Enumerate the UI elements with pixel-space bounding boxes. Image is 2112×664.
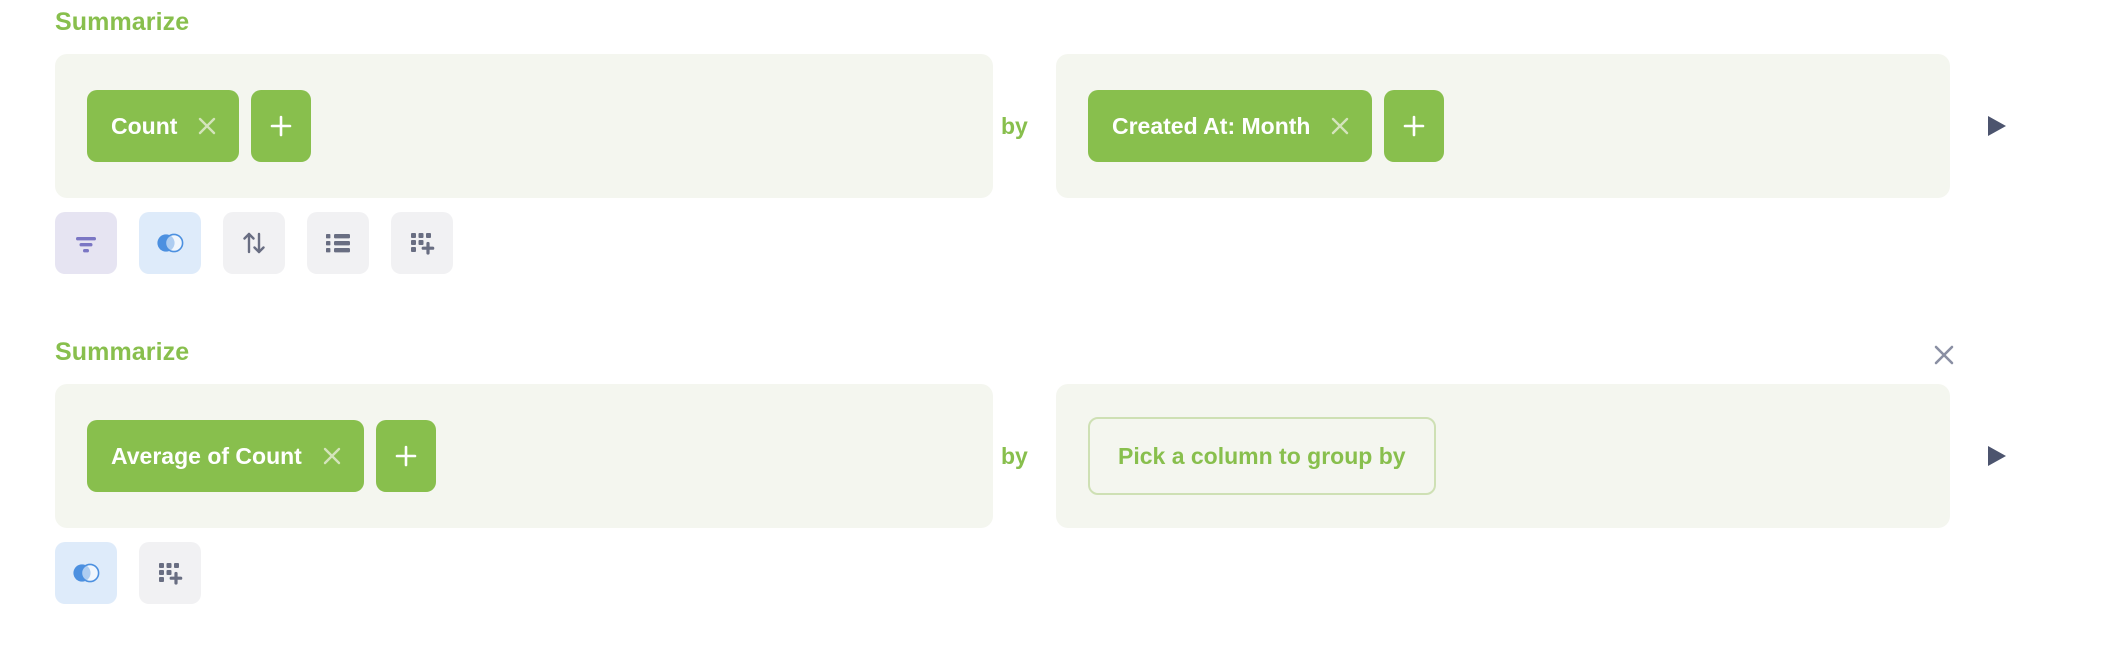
plus-icon — [268, 113, 294, 139]
breakout-panel[interactable]: Created At: Month — [1056, 54, 1950, 198]
section-title: Summarize — [55, 8, 190, 36]
sort-icon — [239, 228, 269, 258]
add-join-data-button[interactable] — [139, 542, 201, 604]
aggregation-pill-count[interactable]: Count — [87, 90, 240, 162]
close-icon[interactable] — [320, 444, 344, 468]
clause-row: Count by Created At: Month — [0, 54, 2112, 198]
add-filter-button[interactable] — [55, 212, 117, 274]
section-header: Summarize — [0, 330, 2112, 374]
run-query-button[interactable] — [1986, 54, 2026, 198]
list-icon — [323, 231, 353, 255]
close-icon[interactable] — [1328, 114, 1352, 138]
pick-column-to-group-by-button[interactable]: Pick a column to group by — [1088, 417, 1436, 495]
step-action-strip — [0, 212, 2112, 274]
clause-row: Average of Count by Pick a column to gro… — [0, 384, 2112, 528]
step-action-strip — [0, 542, 2112, 604]
breakout-panel[interactable]: Pick a column to group by — [1056, 384, 1950, 528]
aggregation-panel[interactable]: Average of Count — [55, 384, 993, 528]
close-icon — [1931, 342, 1957, 368]
add-breakout-button[interactable] — [1384, 90, 1445, 162]
add-row-limit-button[interactable] — [307, 212, 369, 274]
by-label: by — [1001, 443, 1028, 469]
aggregation-pill-label: Average of Count — [111, 442, 302, 469]
add-aggregation-button[interactable] — [251, 90, 312, 162]
breakout-pill-created-at[interactable]: Created At: Month — [1088, 90, 1373, 162]
join-data-icon — [155, 558, 185, 588]
add-aggregation-button[interactable] — [375, 420, 436, 492]
play-icon — [1986, 444, 2008, 468]
notebook-step-summarize-2: Summarize Average of Count by Pick a col… — [0, 330, 2112, 604]
section-title: Summarize — [55, 338, 190, 366]
plus-icon — [393, 443, 419, 469]
notebook-editor: Summarize Count by Created At: Month Sum… — [0, 0, 2112, 664]
aggregation-panel[interactable]: Count — [55, 54, 993, 198]
add-join-data-button[interactable] — [391, 212, 453, 274]
plus-icon — [1401, 113, 1427, 139]
filter-icon — [71, 228, 101, 258]
summarize-icon — [154, 230, 186, 256]
add-summarize-button[interactable] — [139, 212, 201, 274]
aggregation-pill-average-of-count[interactable]: Average of Count — [87, 420, 364, 492]
placeholder-label: Pick a column to group by — [1118, 442, 1406, 469]
remove-step-button[interactable] — [1929, 340, 1959, 370]
section-header: Summarize — [0, 0, 2112, 44]
add-summarize-button[interactable] — [55, 542, 117, 604]
summarize-icon — [70, 560, 102, 586]
by-label: by — [1001, 113, 1028, 139]
run-query-button[interactable] — [1986, 384, 2026, 528]
play-icon — [1986, 114, 2008, 138]
close-icon[interactable] — [195, 114, 219, 138]
aggregation-pill-label: Count — [111, 112, 178, 139]
notebook-step-summarize-1: Summarize Count by Created At: Month — [0, 0, 2112, 274]
join-data-icon — [407, 228, 437, 258]
add-sort-button[interactable] — [223, 212, 285, 274]
breakout-pill-label: Created At: Month — [1112, 112, 1311, 139]
